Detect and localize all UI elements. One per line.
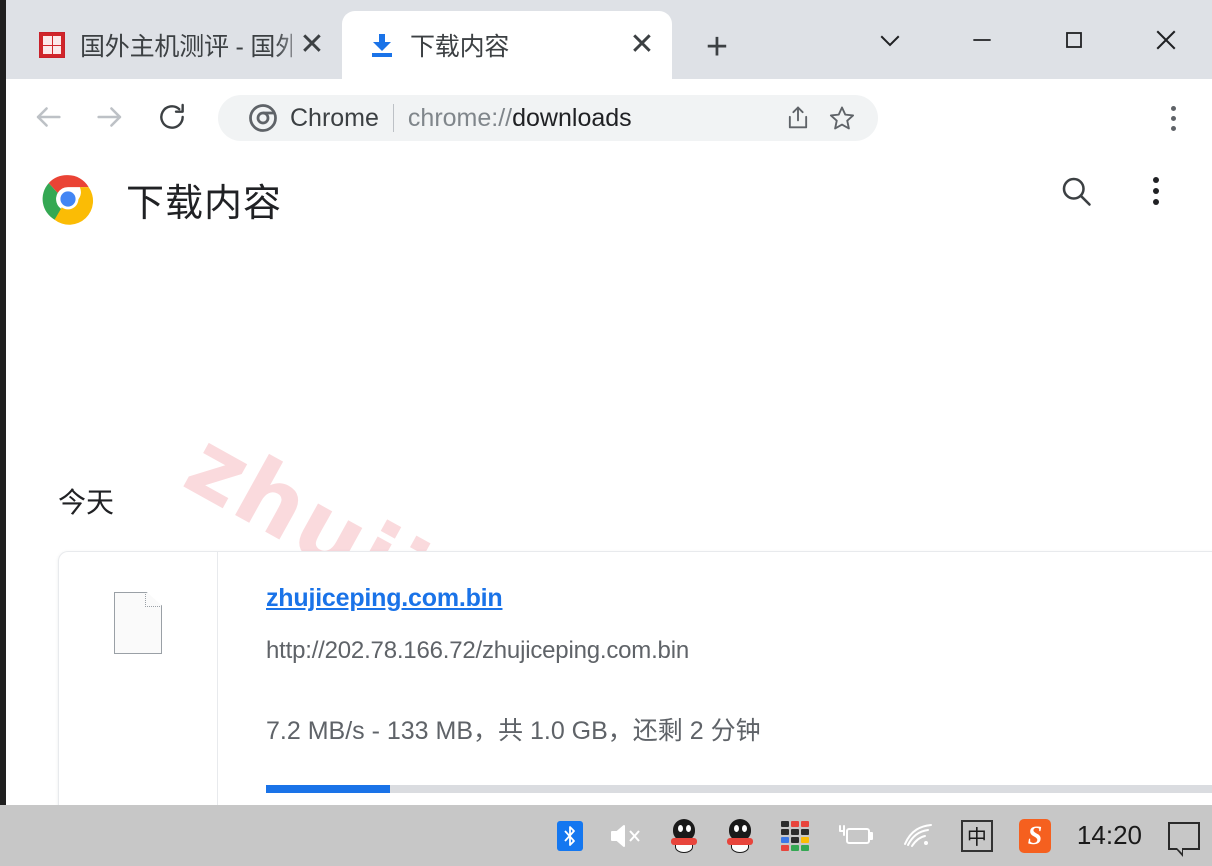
bluetooth-icon[interactable] [556,816,583,856]
download-icon [368,31,396,59]
tab-downloads[interactable]: 下载内容 ✕ [342,11,672,79]
downloads-page-header: 下载内容 [6,155,1212,243]
window-controls [844,0,1212,79]
tab-close-button-active[interactable]: ✕ [622,25,662,65]
downloads-menu-button[interactable] [1138,173,1174,209]
screen-root: 国外主机测评 - 国外 ✕ 下载内容 ✕ + Chrome chrome://d… [0,0,1212,866]
download-progress-fill [266,785,390,793]
qq-icon-2[interactable] [725,816,755,856]
omnibox-url: chrome://downloads [408,104,776,133]
new-tab-button[interactable]: + [696,26,738,68]
qq-icon[interactable] [669,816,699,856]
browser-toolbar: Chrome chrome://downloads [6,79,1212,155]
download-file-icon-column [59,552,218,805]
sogou-input-icon[interactable]: S [1018,816,1051,856]
downloads-group-heading: 今天 [58,487,115,518]
windows-taskbar: 中 S 14:20 [0,805,1212,866]
sogou-glyph: S [1018,818,1051,853]
generic-file-icon [114,592,162,654]
chrome-product-icon [248,103,278,133]
action-center-icon[interactable] [1168,816,1200,857]
tab-title-active: 下载内容 [410,33,510,61]
red-seal-favicon-icon [38,31,66,59]
maximize-button[interactable] [1028,0,1120,79]
omnibox-url-scheme: chrome:// [407,103,513,132]
browser-menu-button[interactable] [1152,97,1194,139]
downloads-page: zhujiceping.com 下载内容 [6,155,1212,805]
system-tray: 中 S 14:20 [556,816,1200,857]
tab-search-chevron-down-icon[interactable] [844,0,936,79]
omnibox-separator [392,104,394,132]
taskbar-clock[interactable]: 14:20 [1077,816,1142,856]
chrome-logo-icon [42,173,94,225]
minimize-button[interactable] [936,0,1028,79]
close-window-button[interactable] [1120,0,1212,79]
wifi-icon[interactable] [901,816,935,856]
share-icon[interactable] [776,96,820,140]
browser-window: 国外主机测评 - 国外 ✕ 下载内容 ✕ + Chrome chrome://d… [0,0,1212,805]
bookmark-star-icon[interactable] [820,96,864,140]
ime-chinese-glyph: 中 [960,819,993,852]
download-filename-link[interactable]: zhujiceping.com.bin [266,584,503,612]
forward-arrow-icon[interactable] [82,89,138,145]
download-item-details: zhujiceping.com.bin http://202.78.166.72… [218,552,1212,805]
download-status-text: 7.2 MB/s - 133 MB，共 1.0 GB，还剩 2 分钟 [266,717,761,745]
download-source-url: http://202.78.166.72/zhujiceping.com.bin [266,637,689,664]
omnibox-url-path: downloads [512,103,632,132]
back-arrow-icon[interactable] [20,89,76,145]
address-bar[interactable]: Chrome chrome://downloads [218,95,878,141]
color-grid-icon[interactable] [780,816,809,856]
volume-muted-icon[interactable] [609,816,643,856]
battery-charging-icon[interactable] [835,816,875,856]
page-title: 下载内容 [126,182,283,225]
download-progress-bar [266,785,1212,793]
omnibox-chip-label: Chrome [290,103,379,132]
download-item-card[interactable]: zhujiceping.com.bin http://202.78.166.72… [58,551,1212,805]
tab-close-button-inactive[interactable]: ✕ [292,25,332,65]
search-icon[interactable] [1058,173,1094,209]
ime-chinese-icon[interactable]: 中 [960,816,993,856]
reload-arrow-icon[interactable] [144,89,200,145]
tab-title-inactive: 国外主机测评 - 国外 [80,33,292,61]
page-header-actions [1058,173,1174,209]
tab-guowai-zhuji[interactable]: 国外主机测评 - 国外 ✕ [12,11,342,79]
tab-strip: 国外主机测评 - 国外 ✕ 下载内容 ✕ + [6,0,1212,79]
